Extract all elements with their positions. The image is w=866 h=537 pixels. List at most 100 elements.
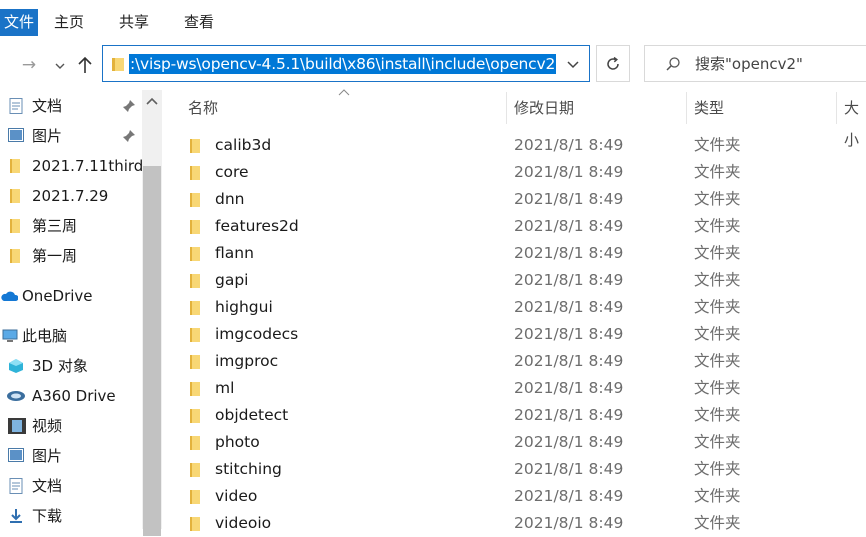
folder-icon: [10, 249, 20, 263]
pin-icon[interactable]: [122, 129, 136, 143]
file-row[interactable]: photo 2021/8/1 8:49 文件夹: [164, 429, 866, 456]
folder-icon: [190, 409, 200, 423]
documents-icon: [9, 98, 23, 114]
file-name[interactable]: imgcodecs: [215, 321, 298, 348]
file-row[interactable]: objdetect 2021/8/1 8:49 文件夹: [164, 402, 866, 429]
file-row[interactable]: flann 2021/8/1 8:49 文件夹: [164, 240, 866, 267]
file-name[interactable]: video: [215, 483, 257, 510]
sidebar-item-pictures-2[interactable]: 图片: [0, 441, 142, 471]
file-row[interactable]: stitching 2021/8/1 8:49 文件夹: [164, 456, 866, 483]
file-name[interactable]: calib3d: [215, 132, 271, 159]
tab-home[interactable]: 主页: [54, 9, 84, 36]
address-bar[interactable]: :\visp-ws\opencv-4.5.1\build\x86\install…: [102, 45, 590, 82]
file-name[interactable]: photo: [215, 429, 260, 456]
column-divider[interactable]: [506, 92, 507, 124]
column-header-size[interactable]: 大小: [844, 92, 866, 149]
file-name[interactable]: highgui: [215, 294, 273, 321]
file-date: 2021/8/1 8:49: [514, 433, 624, 451]
tab-file[interactable]: 文件: [0, 9, 38, 36]
file-name[interactable]: videoio: [215, 510, 271, 537]
sidebar-item-week-one[interactable]: 第一周: [0, 241, 142, 271]
folder-icon: [190, 274, 200, 288]
search-box[interactable]: 搜索"opencv2": [644, 45, 866, 82]
sidebar-scrollbar[interactable]: [142, 90, 162, 536]
file-date: 2021/8/1 8:49: [514, 217, 624, 235]
arrow-up-icon: [78, 56, 92, 73]
file-row[interactable]: imgproc 2021/8/1 8:49 文件夹: [164, 348, 866, 375]
file-type: 文件夹: [694, 433, 741, 451]
sidebar-item-week-three[interactable]: 第三周: [0, 211, 142, 241]
file-date: 2021/8/1 8:49: [514, 352, 624, 370]
folder-icon: [190, 166, 200, 180]
file-date: 2021/8/1 8:49: [514, 487, 624, 505]
ribbon-tabs: 文件 主页 共享 查看: [0, 0, 866, 44]
pin-icon[interactable]: [122, 99, 136, 113]
folder-icon: [190, 247, 200, 261]
file-name[interactable]: core: [215, 159, 249, 186]
file-date: 2021/8/1 8:49: [514, 379, 624, 397]
sidebar-item-documents-2[interactable]: 文档: [0, 471, 142, 501]
sidebar-item-this-pc[interactable]: 此电脑: [0, 321, 142, 351]
file-name[interactable]: imgproc: [215, 348, 278, 375]
folder-icon: [190, 193, 200, 207]
scroll-up-icon[interactable]: [146, 96, 158, 106]
file-row[interactable]: core 2021/8/1 8:49 文件夹: [164, 159, 866, 186]
file-date: 2021/8/1 8:49: [514, 136, 624, 154]
file-name[interactable]: flann: [215, 240, 254, 267]
file-name[interactable]: features2d: [215, 213, 299, 240]
sidebar-item-pictures[interactable]: 图片: [0, 121, 142, 151]
file-row[interactable]: features2d 2021/8/1 8:49 文件夹: [164, 213, 866, 240]
up-icon[interactable]: [74, 52, 96, 78]
file-name[interactable]: stitching: [215, 456, 282, 483]
pictures-icon: [8, 448, 24, 462]
file-name[interactable]: ml: [215, 375, 234, 402]
file-date: 2021/8/1 8:49: [514, 460, 624, 478]
file-type: 文件夹: [694, 460, 741, 478]
forward-icon[interactable]: →: [18, 52, 40, 78]
column-header-type[interactable]: 类型: [694, 92, 724, 124]
column-header-name[interactable]: 名称: [188, 92, 218, 124]
sidebar-item-downloads[interactable]: 下载: [0, 501, 142, 531]
recent-locations-button[interactable]: [49, 52, 71, 78]
file-name[interactable]: gapi: [215, 267, 248, 294]
sidebar-item-onedrive[interactable]: OneDrive: [0, 281, 142, 311]
column-divider[interactable]: [836, 92, 837, 124]
file-row[interactable]: highgui 2021/8/1 8:49 文件夹: [164, 294, 866, 321]
file-row[interactable]: calib3d 2021/8/1 8:49 文件夹: [164, 132, 866, 159]
file-type: 文件夹: [694, 163, 741, 181]
column-header-date[interactable]: 修改日期: [514, 92, 574, 124]
file-name[interactable]: objdetect: [215, 402, 288, 429]
sidebar-item-2021-7-29[interactable]: 2021.7.29: [0, 181, 142, 211]
sidebar-item-documents[interactable]: 文档: [0, 91, 142, 121]
column-divider[interactable]: [686, 92, 687, 124]
scrollbar-thumb[interactable]: [143, 166, 161, 536]
folder-icon: [190, 463, 200, 477]
search-placeholder: 搜索"opencv2": [695, 55, 803, 73]
documents-icon: [9, 478, 23, 494]
sidebar-item-a360-drive[interactable]: A360 Drive: [0, 381, 142, 411]
tab-share[interactable]: 共享: [119, 9, 149, 36]
sidebar-item-2021-7-11third[interactable]: 2021.7.11third: [0, 151, 143, 181]
file-date: 2021/8/1 8:49: [514, 271, 624, 289]
file-row[interactable]: gapi 2021/8/1 8:49 文件夹: [164, 267, 866, 294]
file-row[interactable]: imgcodecs 2021/8/1 8:49 文件夹: [164, 321, 866, 348]
chevron-down-icon[interactable]: [561, 52, 585, 76]
file-name[interactable]: dnn: [215, 186, 245, 213]
file-row[interactable]: ml 2021/8/1 8:49 文件夹: [164, 375, 866, 402]
sidebar-item-3d-objects[interactable]: 3D 对象: [0, 351, 142, 381]
file-type: 文件夹: [694, 136, 741, 154]
file-date: 2021/8/1 8:49: [514, 298, 624, 316]
file-row[interactable]: videoio 2021/8/1 8:49 文件夹: [164, 510, 866, 537]
sidebar-item-videos[interactable]: 视频: [0, 411, 142, 441]
refresh-button[interactable]: [596, 45, 630, 82]
file-row[interactable]: video 2021/8/1 8:49 文件夹: [164, 483, 866, 510]
navigation-pane: 文档 图片 2021.7.11third 2021.7.29 第三周 第一周 O…: [0, 90, 162, 529]
address-path[interactable]: :\visp-ws\opencv-4.5.1\build\x86\install…: [129, 54, 557, 74]
file-row[interactable]: dnn 2021/8/1 8:49 文件夹: [164, 186, 866, 213]
file-type: 文件夹: [694, 190, 741, 208]
a360-drive-icon: [7, 391, 25, 401]
videos-icon: [8, 418, 26, 434]
file-date: 2021/8/1 8:49: [514, 406, 624, 424]
tab-view[interactable]: 查看: [184, 9, 214, 36]
folder-icon: [10, 189, 20, 203]
